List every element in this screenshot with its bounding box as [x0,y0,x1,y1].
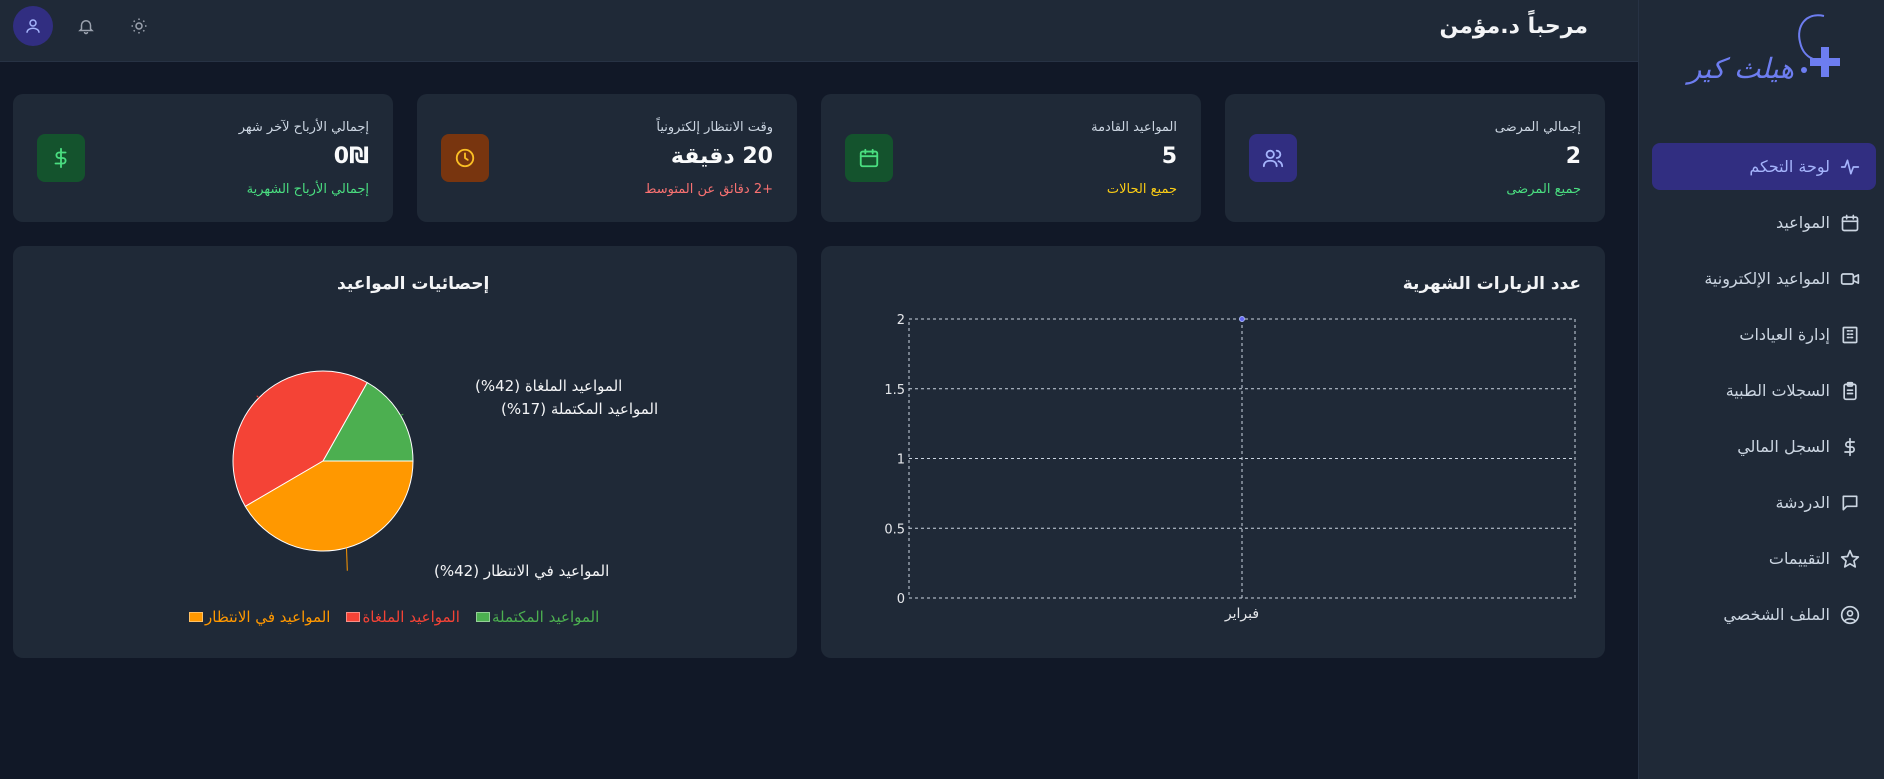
stat-icon-box [1249,134,1297,182]
activity-icon [1840,157,1860,177]
users-icon [1262,149,1284,168]
calendar-icon [859,148,879,168]
sidebar-item-label: لوحة التحكم [1749,157,1830,176]
user-circle-icon [1840,605,1860,625]
upcoming-appointments-card: المواعيد القادمة 5 جميع الحالات [821,94,1201,222]
sidebar-item-star[interactable]: التقييمات [1652,535,1876,582]
legend-label: المواعيد المكتملة [491,608,600,626]
sidebar: هيلث كير لوحة التحكم المواعيد المواعيد الإ… [1638,0,1884,779]
legend-swatch [346,612,361,622]
monthly-visits-panel: عدد الزيارات الشهرية 0 0.5 1 1.5 2 فبراير [821,246,1605,658]
sun-icon [131,18,147,34]
stat-subtext: +2 دقائق عن المتوسط [644,182,773,197]
welcome-title: مرحباً د.مؤمن [1439,14,1588,39]
bell-icon [78,20,94,35]
legend-item[interactable]: المواعيد المكتملة [475,608,600,626]
chat-icon [1840,493,1860,513]
y-tick-label: 0 [897,592,905,607]
notifications-button[interactable] [66,6,106,46]
pie-label: المواعيد المكتملة (17%) [501,400,658,418]
stat-value: 2 [1565,144,1581,169]
stat-label: إجمالي الأرباح لآخر شهر [238,120,369,135]
sidebar-item-label: المواعيد الإلكترونية [1704,269,1830,288]
stat-subtext: جميع المرضى [1506,182,1581,197]
sidebar-item-label: السجل المالي [1737,437,1830,456]
sidebar-item-label: السجلات الطبية [1725,381,1830,400]
legend-label: المواعيد في الانتظار [205,608,331,626]
building-icon [1842,326,1858,343]
legend-swatch [475,612,490,622]
user-circle-icon [1840,605,1860,624]
stat-value: 0₪ [333,144,369,169]
sidebar-item-label: المواعيد [1775,213,1830,232]
sidebar-item-building[interactable]: إدارة العيادات [1652,311,1876,358]
app-logo[interactable]: هيلث كير [1674,10,1844,90]
pie-label-line [256,395,260,399]
video-icon [1840,269,1860,289]
stat-value: 20 دقيقة [670,144,773,169]
legend-item[interactable]: المواعيد في الانتظار [189,608,330,626]
sidebar-nav: لوحة التحكم المواعيد المواعيد الإلكترونية إ… [1652,143,1876,647]
stat-icon-box [441,134,489,182]
pie-label: المواعيد الملغاة (42%) [475,377,622,395]
data-point [1239,316,1245,322]
sidebar-item-activity[interactable]: لوحة التحكم [1652,143,1876,190]
online-wait-time-card: وقت الانتظار إلكترونياً 20 دقيقة +2 دقائق … [417,94,797,222]
calendar-icon [1840,213,1860,233]
total-patients-card: إجمالي المرضى 2 جميع المرضى [1225,94,1605,222]
chat-icon [1842,495,1858,510]
y-tick-label: 1 [897,453,905,468]
legend-swatch [189,612,203,622]
sidebar-item-calendar[interactable]: المواعيد [1652,199,1876,246]
appointment-stats-panel: إحصائيات المواعيد المواعيد المكتملة (17%… [13,246,797,658]
top-header: مرحباً د.مؤمن [0,0,1638,62]
legend-item[interactable]: المواعيد الملغاة [346,608,460,626]
monthly-earnings-card: إجمالي الأرباح لآخر شهر 0₪ إجمالي الأرباح … [13,94,393,222]
sidebar-item-user-circle[interactable]: الملف الشخصي [1652,591,1876,638]
video-icon [1840,272,1860,285]
pie-label-line [400,413,404,417]
x-tick-label: فبراير [1224,606,1259,622]
theme-toggle-button[interactable] [119,6,159,46]
activity-icon [1840,159,1860,174]
clipboard-icon [1843,381,1857,400]
sidebar-item-dollar[interactable]: السجل المالي [1652,423,1876,470]
appointment-stats-chart: المواعيد المكتملة (17%) المواعيد الملغاة … [232,370,658,581]
stat-icon-box [37,134,85,182]
sidebar-item-label: الملف الشخصي [1723,605,1830,624]
dollar-icon [1840,437,1860,457]
stat-subtext: إجمالي الأرباح الشهرية [246,182,369,197]
legend-label: المواعيد الملغاة [362,608,460,626]
sidebar-item-label: الدردشة [1775,493,1830,512]
clipboard-icon [1840,381,1860,401]
y-tick-label: 0.5 [884,522,905,537]
sidebar-item-label: التقييمات [1768,549,1830,568]
pie-legend: المواعيد المكتملة المواعيد الملغاة المواعي… [189,608,599,626]
building-icon [1840,325,1860,345]
calendar-icon [1841,214,1859,231]
clock-icon [455,148,475,168]
profile-button[interactable] [13,6,53,46]
sidebar-item-label: إدارة العيادات [1739,325,1830,344]
stat-subtext: جميع الحالات [1106,182,1177,197]
dollar-icon [54,147,67,169]
star-icon [1840,549,1860,568]
pie-label-line [346,547,348,571]
pie-label: المواعيد في الانتظار (42%) [434,562,609,581]
dollar-icon [1844,437,1855,456]
logo-text: هيلث كير [1687,52,1794,85]
stat-value: 5 [1161,144,1177,169]
user-icon [26,19,40,33]
stat-label: المواعيد القادمة [1091,120,1177,135]
sidebar-item-video[interactable]: المواعيد الإلكترونية [1652,255,1876,302]
monthly-visits-chart: 0 0.5 1 1.5 2 فبراير [884,313,1576,622]
y-tick-label: 2 [897,313,905,328]
star-icon [1840,549,1860,569]
stat-icon-box [845,134,893,182]
sidebar-item-chat[interactable]: الدردشة [1652,479,1876,526]
stat-label: وقت الانتظار إلكترونياً [656,120,773,135]
stat-label: إجمالي المرضى [1494,120,1581,135]
y-tick-label: 1.5 [884,383,905,398]
sidebar-item-clipboard[interactable]: السجلات الطبية [1652,367,1876,414]
